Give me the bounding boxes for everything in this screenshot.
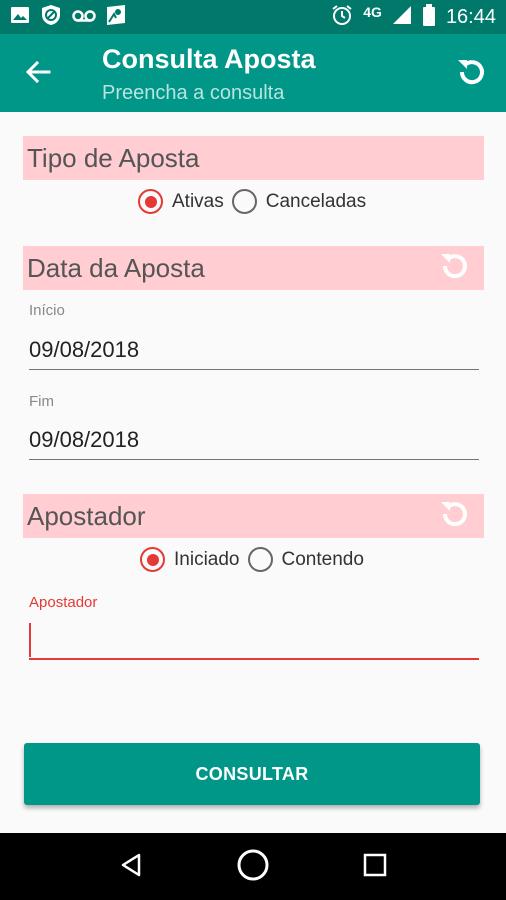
inicio-field[interactable]	[29, 330, 479, 370]
fim-field[interactable]	[29, 420, 479, 460]
radio-contendo[interactable]: Contendo	[247, 547, 364, 572]
radio-checked-icon	[140, 547, 165, 572]
section-data-aposta: Data da Aposta	[23, 246, 484, 290]
section-apostador: Apostador	[23, 494, 484, 538]
reset-apostador-button[interactable]	[438, 499, 472, 533]
radio-unchecked-icon	[247, 547, 273, 572]
reset-icon	[438, 497, 472, 535]
section-title: Apostador	[27, 501, 146, 531]
text-cursor	[29, 623, 31, 657]
inicio-label: Início	[29, 302, 65, 319]
image-icon	[10, 5, 30, 29]
back-arrow-icon	[25, 59, 51, 89]
refresh-icon	[455, 55, 489, 93]
reset-icon	[438, 249, 472, 287]
blocked-icon	[40, 4, 62, 30]
radio-label: Iniciado	[174, 548, 240, 570]
voicemail-icon	[72, 8, 96, 27]
triangle-back-icon	[118, 852, 144, 882]
refresh-button[interactable]	[452, 54, 492, 94]
navigation-bar	[0, 833, 506, 900]
clock: 16:44	[445, 5, 496, 28]
radio-iniciado[interactable]: Iniciado	[140, 547, 240, 572]
radio-canceladas[interactable]: Canceladas	[231, 189, 367, 214]
section-tipo-aposta: Tipo de Aposta	[23, 136, 484, 180]
radio-unchecked-icon	[231, 189, 257, 214]
consultar-button[interactable]: CONSULTAR	[24, 743, 480, 805]
radio-checked-icon	[138, 189, 163, 214]
radio-ativas[interactable]: Ativas	[138, 189, 224, 214]
page-subtitle: Preencha a consulta	[102, 82, 285, 104]
section-title: Tipo de Aposta	[27, 143, 200, 173]
nav-home-button[interactable]	[228, 842, 278, 892]
nav-back-button[interactable]	[106, 842, 156, 892]
nav-recents-button[interactable]	[350, 842, 400, 892]
radio-label: Canceladas	[265, 190, 367, 212]
alarm-icon	[331, 4, 353, 30]
circle-home-icon	[236, 848, 270, 886]
app-bar: Consulta Aposta Preencha a consulta	[0, 34, 506, 112]
apostador-radio-group: Iniciado Contendo	[140, 547, 372, 572]
apostador-label: Apostador	[29, 594, 98, 611]
radio-label: Ativas	[172, 190, 224, 212]
network-type: 4G	[363, 4, 382, 20]
back-button[interactable]	[18, 54, 58, 94]
reset-date-button[interactable]	[438, 251, 472, 285]
map-icon	[106, 4, 126, 30]
battery-icon	[422, 4, 436, 30]
page-title: Consulta Aposta	[102, 44, 316, 74]
status-bar: 4G 16:44	[0, 0, 506, 34]
signal-icon	[392, 5, 412, 29]
radio-label: Contendo	[281, 548, 364, 570]
section-title: Data da Aposta	[27, 253, 205, 283]
tipo-aposta-radio-group: Ativas Canceladas	[138, 189, 374, 214]
status-left-icons	[10, 4, 126, 30]
status-right-icons: 4G 16:44	[331, 4, 496, 30]
square-recents-icon	[363, 853, 387, 881]
fim-label: Fim	[29, 393, 54, 410]
apostador-field[interactable]	[29, 620, 479, 660]
